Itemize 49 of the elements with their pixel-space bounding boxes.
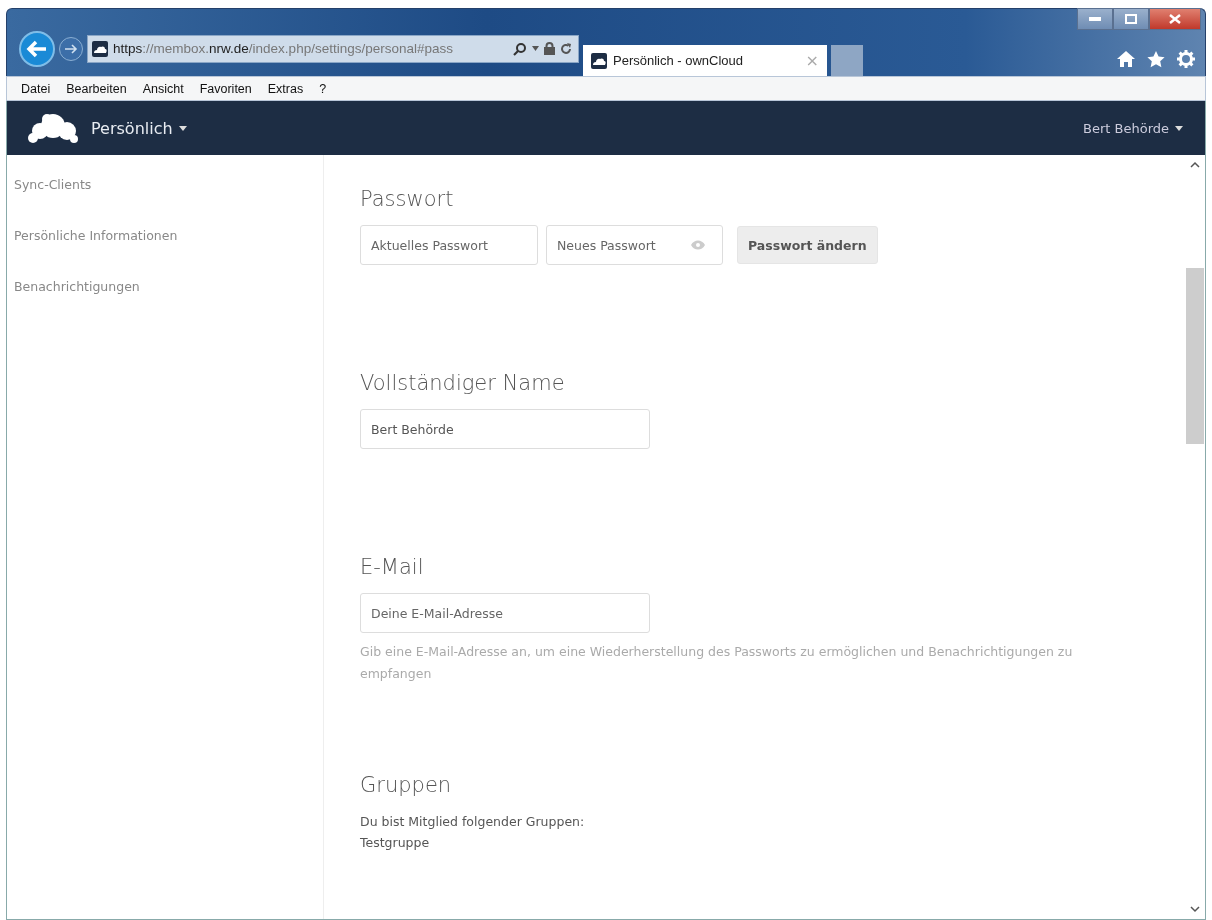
close-icon bbox=[1169, 14, 1181, 24]
scroll-down-icon[interactable] bbox=[1190, 906, 1200, 913]
refresh-icon[interactable] bbox=[560, 42, 572, 55]
back-button[interactable] bbox=[19, 30, 55, 67]
forward-arrow-icon bbox=[64, 42, 78, 55]
menu-item[interactable]: Ansicht bbox=[142, 81, 184, 96]
section-heading: Gruppen bbox=[360, 773, 453, 797]
star-icon[interactable] bbox=[1147, 50, 1165, 68]
sidebar-item[interactable]: Benachrichtigungen bbox=[7, 271, 323, 322]
user-menu[interactable]: Bert Behörde bbox=[1077, 119, 1189, 137]
menu-item[interactable]: Bearbeiten bbox=[66, 81, 127, 96]
menu-item[interactable]: Favoriten bbox=[199, 81, 252, 96]
change-password-button[interactable]: Passwort ändern bbox=[737, 226, 878, 264]
app-menu[interactable]: Persönlich bbox=[85, 117, 193, 139]
sidebar-item[interactable]: Sync-Clients bbox=[7, 169, 323, 220]
caret-icon[interactable] bbox=[532, 46, 539, 51]
settings-icon[interactable] bbox=[1177, 50, 1195, 68]
section-heading: Passwort bbox=[360, 187, 455, 211]
section-heading: E-Mail bbox=[360, 555, 425, 579]
maximize-button[interactable] bbox=[1113, 8, 1149, 30]
minimize-button[interactable] bbox=[1077, 8, 1113, 30]
hint-text: Gib eine E-Mail-Adresse an, um eine Wiederherstellung des Passworts zu ermöglichen und Benachrichtigungen zu empfangen bbox=[360, 643, 1074, 683]
cloud-icon bbox=[591, 52, 607, 69]
sidebar-item[interactable]: Persönliche Informationen bbox=[7, 220, 323, 271]
menu-item[interactable]: ? bbox=[319, 81, 327, 96]
lock-icon[interactable] bbox=[544, 42, 555, 55]
search-icon[interactable] bbox=[513, 41, 527, 56]
section-heading: Vollständiger Name bbox=[360, 371, 566, 395]
address-field[interactable]: https://membox.nrw.de/index.php/settings/personal#pass bbox=[87, 34, 579, 63]
new-password-field[interactable]: Neues Passwort bbox=[546, 225, 723, 265]
maximize-icon bbox=[1125, 14, 1137, 24]
cloud-icon bbox=[92, 40, 108, 57]
email-field[interactable]: Deine E-Mail-Adresse bbox=[360, 593, 650, 633]
back-arrow-icon bbox=[26, 38, 48, 59]
scroll-up-icon[interactable] bbox=[1190, 161, 1200, 168]
tab-title: Persönlich - ownCloud bbox=[613, 53, 745, 68]
groups-intro: Du bist Mitglied folgender Gruppen: bbox=[360, 813, 586, 831]
name-field[interactable]: Bert Behörde bbox=[360, 409, 650, 449]
browser-tab[interactable]: Persönlich - ownCloud × bbox=[583, 45, 827, 76]
menu-item[interactable]: Extras bbox=[267, 81, 304, 96]
current-password-field[interactable]: Aktuelles Passwort bbox=[360, 225, 538, 265]
home-icon[interactable] bbox=[1117, 51, 1135, 67]
scrollbar-thumb[interactable] bbox=[1186, 268, 1204, 444]
menu-item[interactable]: Datei bbox=[21, 81, 51, 96]
close-button[interactable] bbox=[1149, 8, 1201, 30]
group-name: Testgruppe bbox=[360, 834, 431, 852]
minimize-icon bbox=[1089, 17, 1101, 21]
cloud-logo-icon[interactable] bbox=[27, 111, 79, 145]
forward-button[interactable] bbox=[59, 36, 83, 61]
